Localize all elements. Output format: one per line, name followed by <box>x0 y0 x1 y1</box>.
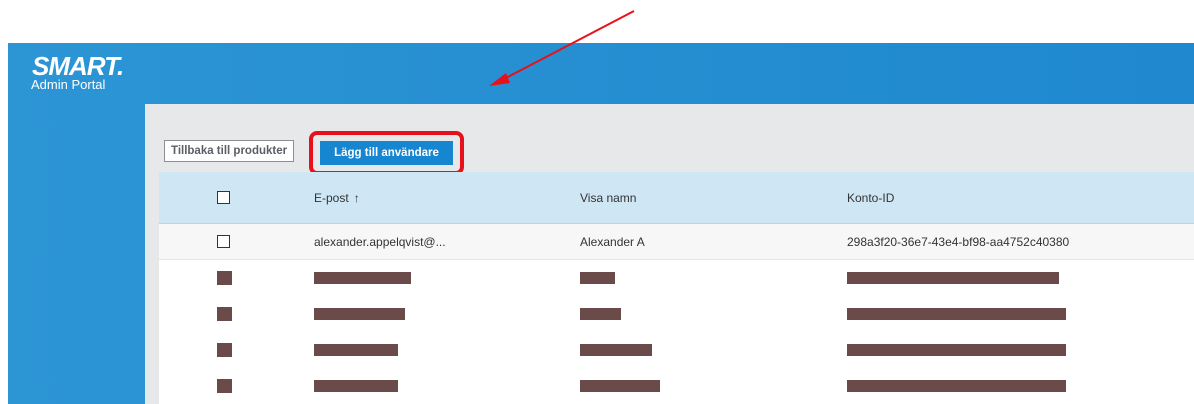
column-header-email-label: E-post <box>314 190 349 205</box>
redacted-email-cell <box>314 332 398 368</box>
table-header-row: E-post ↑ Visa namn Konto-ID <box>159 172 1194 224</box>
redacted-id-cell <box>847 260 1059 296</box>
redaction-block <box>847 272 1059 284</box>
redacted-id-cell <box>847 296 1066 332</box>
redaction-block <box>314 308 405 320</box>
cell-account-id: 298a3f20-36e7-43e4-bf98-aa4752c40380 <box>847 234 1070 249</box>
redaction-block <box>847 308 1066 320</box>
admin-portal-window: SMART. Admin Portal Tillbaka till produk… <box>8 43 1194 404</box>
redacted-email-cell <box>314 260 411 296</box>
logo-wordmark: SMART. <box>32 51 124 81</box>
redacted-checkbox-cell <box>217 368 232 404</box>
redacted-name-cell <box>580 368 660 404</box>
table-row-redacted[interactable] <box>159 296 1194 332</box>
redaction-block <box>847 380 1066 392</box>
redaction-block <box>217 271 232 285</box>
toolbar: Tillbaka till produkter Lägg till använd… <box>164 127 464 175</box>
redacted-name-cell <box>580 296 621 332</box>
select-all-cell <box>217 172 230 223</box>
table-row-redacted[interactable] <box>159 332 1194 368</box>
select-all-checkbox[interactable] <box>217 191 230 204</box>
smart-logo: SMART. Admin Portal <box>31 51 124 92</box>
column-header-display-name[interactable]: Visa namn <box>580 172 636 223</box>
redacted-checkbox-cell <box>217 296 232 332</box>
redaction-block <box>580 272 615 284</box>
screenshot-stage: SMART. Admin Portal Tillbaka till produk… <box>0 0 1194 404</box>
redacted-name-cell <box>580 332 652 368</box>
redacted-id-cell <box>847 368 1066 404</box>
redaction-block <box>217 343 232 357</box>
redacted-checkbox-cell <box>217 332 232 368</box>
column-header-account-id[interactable]: Konto-ID <box>847 172 894 223</box>
redacted-checkbox-cell <box>217 260 232 296</box>
cell-display-name: Alexander A <box>580 234 645 249</box>
column-header-display-name-label: Visa namn <box>580 190 637 205</box>
back-to-products-button[interactable]: Tillbaka till produkter <box>164 140 295 162</box>
redacted-email-cell <box>314 296 405 332</box>
redaction-block <box>580 308 621 320</box>
redaction-block <box>217 307 232 321</box>
table-row-redacted[interactable] <box>159 260 1194 296</box>
redacted-id-cell <box>847 332 1066 368</box>
sort-ascending-icon: ↑ <box>353 190 360 205</box>
row-select-cell <box>217 224 230 259</box>
redaction-block <box>580 380 660 392</box>
redacted-name-cell <box>580 260 615 296</box>
cell-email: alexander.appelqvist@... <box>314 234 446 249</box>
redaction-block <box>847 344 1066 356</box>
add-user-button[interactable]: Lägg till användare <box>320 141 453 165</box>
redaction-block <box>314 380 398 392</box>
redaction-block <box>314 272 411 284</box>
redaction-block <box>314 344 398 356</box>
column-header-account-id-label: Konto-ID <box>847 190 895 205</box>
highlight-box: Lägg till användare <box>309 131 464 175</box>
users-table: E-post ↑ Visa namn Konto-ID alexander.ap… <box>159 172 1194 404</box>
redaction-block <box>580 344 652 356</box>
row-checkbox[interactable] <box>217 235 230 248</box>
column-header-email[interactable]: E-post ↑ <box>314 172 360 223</box>
main-content: Tillbaka till produkter Lägg till använd… <box>145 104 1194 404</box>
redaction-block <box>217 379 232 393</box>
table-row-redacted[interactable] <box>159 368 1194 404</box>
redacted-email-cell <box>314 368 398 404</box>
table-row[interactable]: alexander.appelqvist@... Alexander A 298… <box>159 224 1194 260</box>
